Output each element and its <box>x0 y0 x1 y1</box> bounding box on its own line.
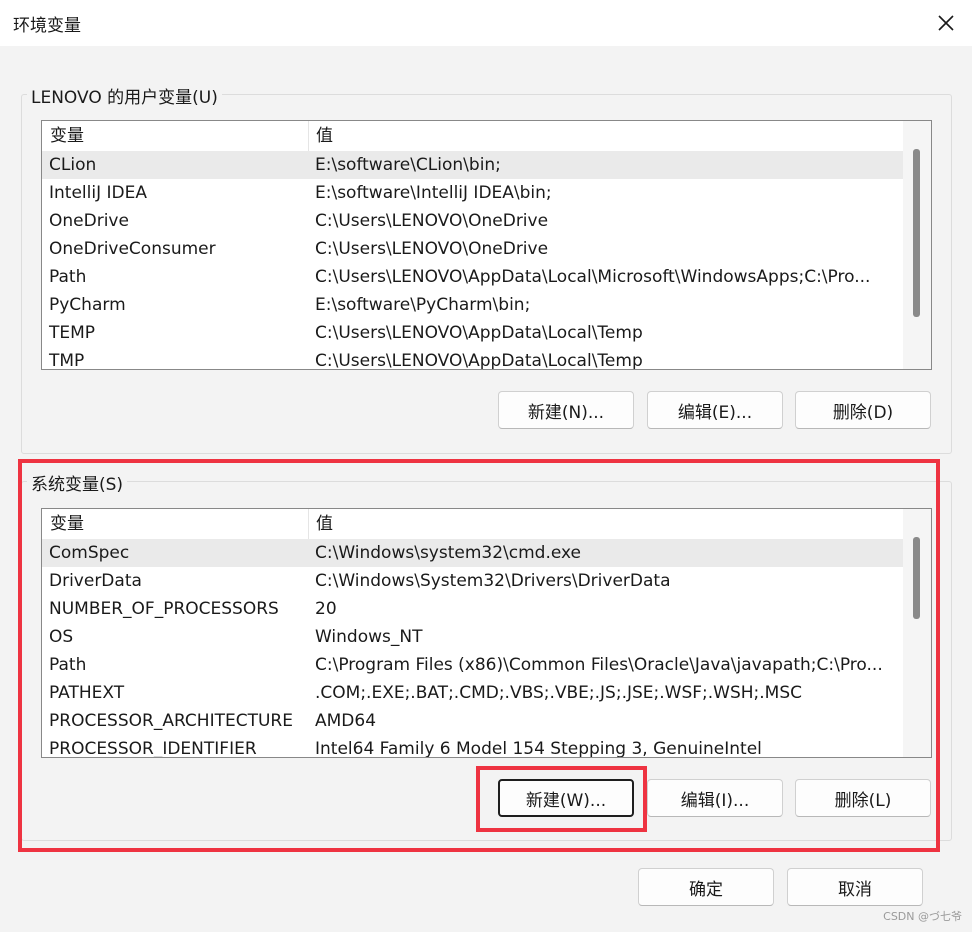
cell-variable: NUMBER_OF_PROCESSORS <box>49 599 279 619</box>
system-vars-label: 系统变量(S) <box>27 470 128 495</box>
table-row[interactable]: OneDrive C:\Users\LENOVO\OneDrive <box>42 207 903 235</box>
cell-variable: TMP <box>49 351 85 370</box>
table-row[interactable]: CLion E:\software\CLion\bin; <box>42 151 903 179</box>
column-separator[interactable] <box>308 121 309 151</box>
cancel-button[interactable]: 取消 <box>787 868 923 906</box>
cell-value: C:\Users\LENOVO\OneDrive <box>315 239 549 259</box>
cell-variable: Path <box>49 655 87 675</box>
cell-variable: PyCharm <box>49 295 126 315</box>
table-row[interactable]: Path C:\Program Files (x86)\Common Files\… <box>42 651 903 679</box>
user-new-button[interactable]: 新建(N)... <box>498 391 634 429</box>
cell-value: Intel64 Family 6 Model 154 Stepping 3, G… <box>315 739 762 758</box>
table-row[interactable]: Path C:\Users\LENOVO\AppData\Local\Micros… <box>42 263 903 291</box>
cell-variable: OneDriveConsumer <box>49 239 216 259</box>
table-row[interactable]: DriverData C:\Windows\System32\Drivers\Dr… <box>42 567 903 595</box>
column-header-value[interactable]: 值 <box>316 121 333 151</box>
column-header-value[interactable]: 值 <box>316 509 333 539</box>
user-vars-label: LENOVO 的用户变量(U) <box>27 83 222 108</box>
watermark: CSDN @づ七爷 <box>883 910 962 923</box>
system-edit-button[interactable]: 编辑(I)... <box>647 779 783 817</box>
user-vars-scrollbar[interactable] <box>903 121 931 369</box>
cell-variable: IntelliJ IDEA <box>49 183 147 203</box>
cell-value: .COM;.EXE;.BAT;.CMD;.VBS;.VBE;.JS;.JSE;.… <box>315 683 803 703</box>
cell-value: E:\software\PyCharm\bin; <box>315 295 531 315</box>
cell-variable: DriverData <box>49 571 142 591</box>
user-edit-button[interactable]: 编辑(E)... <box>647 391 783 429</box>
cell-value: C:\Windows\system32\cmd.exe <box>315 543 582 563</box>
cell-value: C:\Users\LENOVO\OneDrive <box>315 211 549 231</box>
cell-value: AMD64 <box>315 711 377 731</box>
close-icon <box>938 15 954 31</box>
user-vars-rows: CLion E:\software\CLion\bin; IntelliJ IDE… <box>42 151 903 370</box>
table-row[interactable]: NUMBER_OF_PROCESSORS 20 <box>42 595 903 623</box>
table-row[interactable]: PROCESSOR_ARCHITECTURE AMD64 <box>42 707 903 735</box>
system-vars-scrollbar[interactable] <box>903 509 931 757</box>
cell-variable: PROCESSOR_IDENTIFIER <box>49 739 257 758</box>
close-button[interactable] <box>920 0 972 46</box>
cell-variable: ComSpec <box>49 543 130 563</box>
cell-value: C:\Windows\System32\Drivers\DriverData <box>315 571 671 591</box>
table-row[interactable]: PROCESSOR_IDENTIFIER Intel64 Family 6 Mod… <box>42 735 903 758</box>
cell-value: 20 <box>315 599 337 619</box>
system-delete-button[interactable]: 删除(L) <box>795 779 931 817</box>
table-row[interactable]: TMP C:\Users\LENOVO\AppData\Local\Temp <box>42 347 903 370</box>
table-row[interactable]: PATHEXT .COM;.EXE;.BAT;.CMD;.VBS;.VBE;.JS… <box>42 679 903 707</box>
cell-variable: PATHEXT <box>49 683 125 703</box>
system-vars-list[interactable]: 变量 值 ComSpec C:\Windows\system32\cmd.exe … <box>41 508 932 758</box>
cell-variable: PROCESSOR_ARCHITECTURE <box>49 711 293 731</box>
column-header-variable[interactable]: 变量 <box>50 509 84 539</box>
system-vars-list-header: 变量 值 <box>42 509 903 539</box>
window-title: 环境变量 <box>13 16 81 36</box>
user-delete-button[interactable]: 删除(D) <box>795 391 931 429</box>
table-row[interactable]: PyCharm E:\software\PyCharm\bin; <box>42 291 903 319</box>
cell-variable: OS <box>49 627 74 647</box>
title-bar: 环境变量 <box>0 0 972 46</box>
cell-value: C:\Users\LENOVO\AppData\Local\Temp <box>315 323 643 343</box>
cell-value: C:\Users\LENOVO\AppData\Local\Microsoft\… <box>315 267 871 287</box>
scrollbar-thumb[interactable] <box>913 149 920 317</box>
table-row[interactable]: OneDriveConsumer C:\Users\LENOVO\OneDrive <box>42 235 903 263</box>
cell-value: C:\Users\LENOVO\AppData\Local\Temp <box>315 351 643 370</box>
system-new-button[interactable]: 新建(W)... <box>498 779 634 817</box>
user-vars-list[interactable]: 变量 值 CLion E:\software\CLion\bin; Intelli… <box>41 120 932 370</box>
scrollbar-thumb[interactable] <box>913 537 920 619</box>
table-row[interactable]: OS Windows_NT <box>42 623 903 651</box>
cell-value: Windows_NT <box>315 627 423 647</box>
system-vars-rows: ComSpec C:\Windows\system32\cmd.exe Drive… <box>42 539 903 758</box>
cell-value: E:\software\IntelliJ IDEA\bin; <box>315 183 552 203</box>
cell-value: C:\Program Files (x86)\Common Files\Orac… <box>315 655 883 675</box>
cell-variable: Path <box>49 267 87 287</box>
cell-variable: OneDrive <box>49 211 129 231</box>
user-vars-list-header: 变量 值 <box>42 121 903 151</box>
cell-variable: TEMP <box>49 323 96 343</box>
table-row[interactable]: TEMP C:\Users\LENOVO\AppData\Local\Temp <box>42 319 903 347</box>
table-row[interactable]: ComSpec C:\Windows\system32\cmd.exe <box>42 539 903 567</box>
cell-variable: CLion <box>49 155 97 175</box>
ok-button[interactable]: 确定 <box>638 868 774 906</box>
column-header-variable[interactable]: 变量 <box>50 121 84 151</box>
table-row[interactable]: IntelliJ IDEA E:\software\IntelliJ IDEA\b… <box>42 179 903 207</box>
column-separator[interactable] <box>308 509 309 539</box>
cell-value: E:\software\CLion\bin; <box>315 155 501 175</box>
